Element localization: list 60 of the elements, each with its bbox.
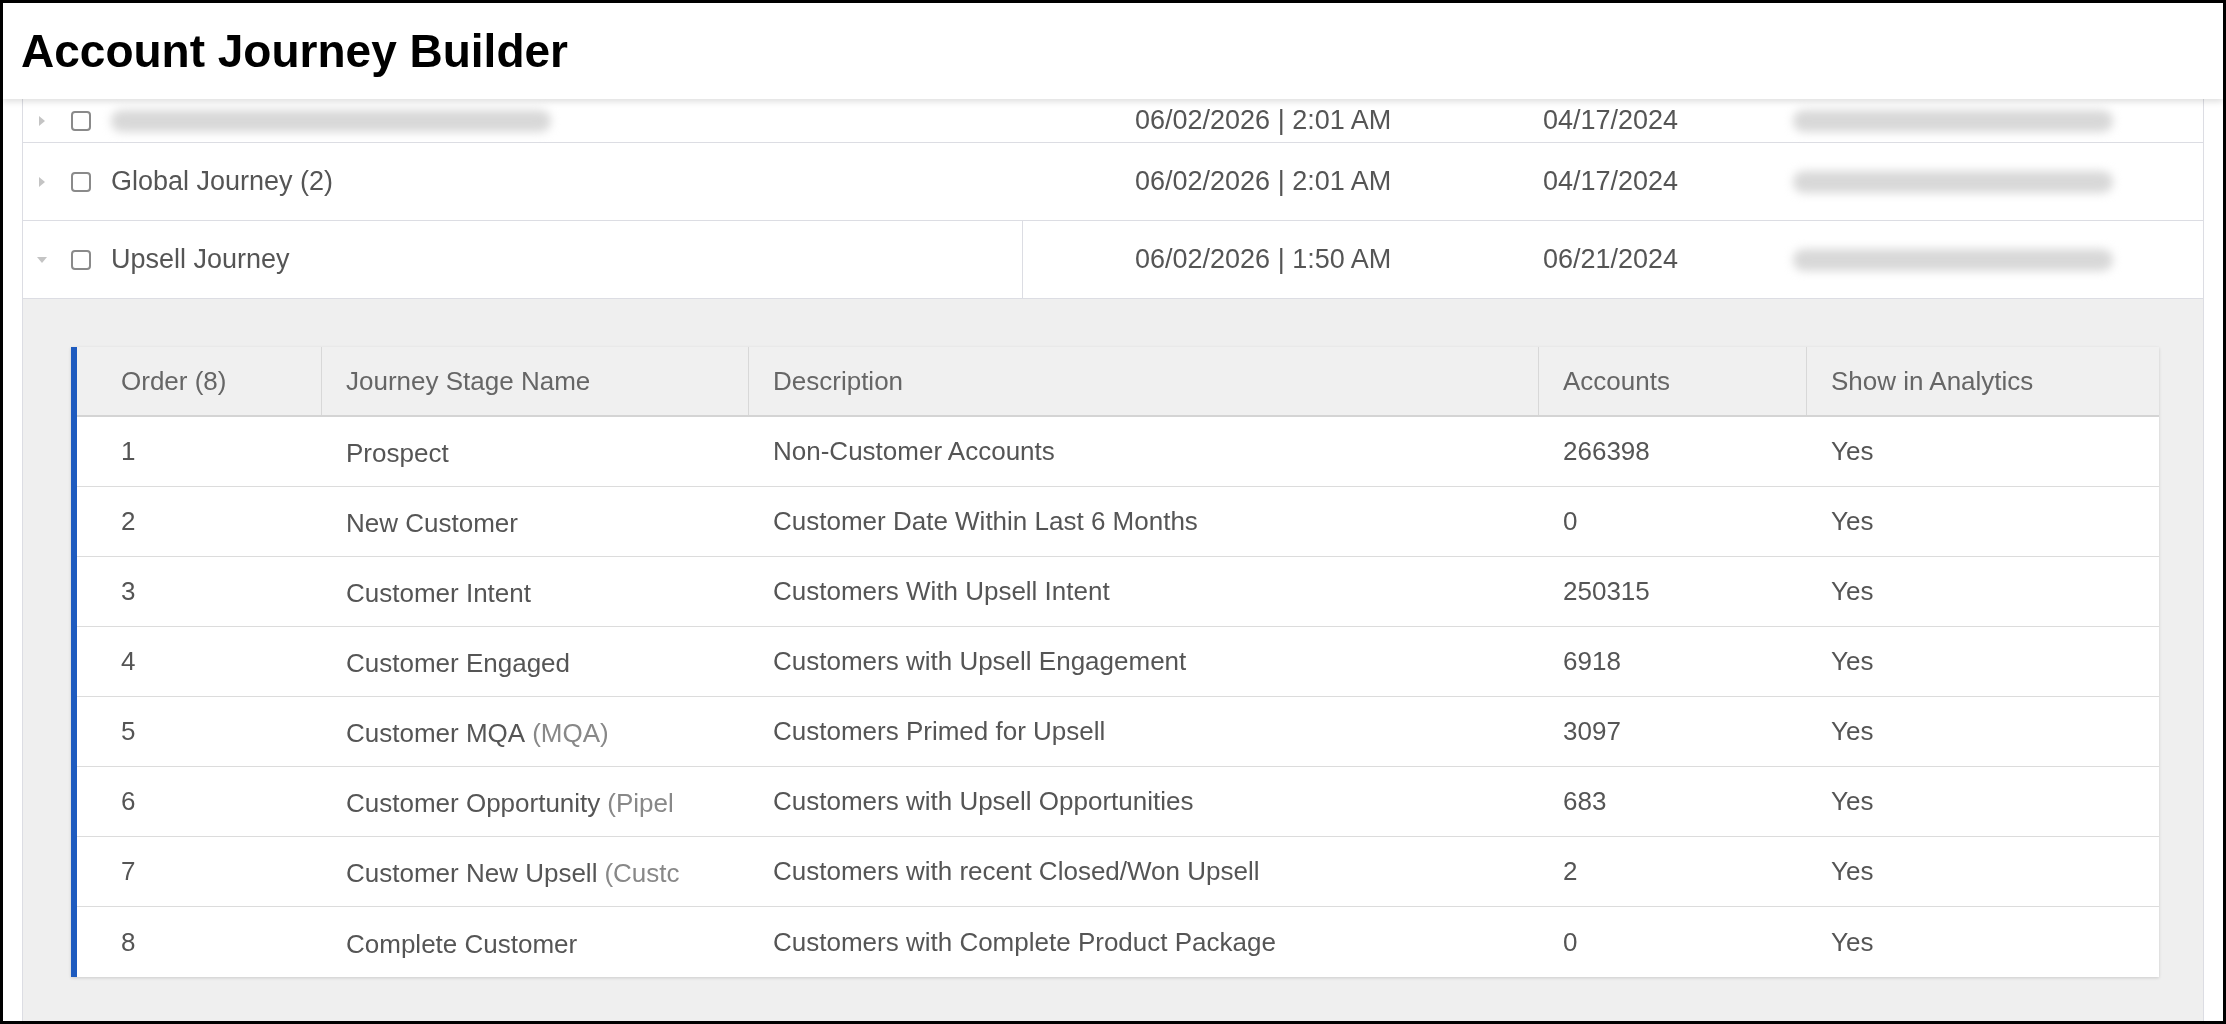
journey-name[interactable]: Upsell Journey	[111, 239, 290, 280]
analytics-label: Yes	[1831, 716, 1874, 746]
stage-name: Customer Opportunity	[346, 788, 601, 818]
account-count: 6918	[1563, 646, 1621, 676]
stage-name: Prospect	[346, 438, 449, 468]
stage-name: Customer MQA	[346, 718, 526, 748]
stage-name: Customer Intent	[346, 578, 531, 608]
column-header[interactable]: Accounts	[1539, 347, 1807, 415]
analytics-label: Yes	[1831, 506, 1874, 536]
created-date: 04/17/2024	[1543, 165, 1680, 199]
order-number: 1	[121, 436, 136, 466]
account-count: 3097	[1563, 716, 1621, 746]
analytics-label: Yes	[1831, 786, 1874, 816]
stage-description: Customers with recent Closed/Won Upsell	[773, 856, 1260, 886]
stage-description: Customers with Upsell Engagement	[773, 646, 1187, 676]
order-number: 3	[121, 576, 136, 606]
created-date: 06/21/2024	[1543, 243, 1680, 277]
stage-description: Non-Customer Accounts	[773, 436, 1055, 466]
created-date: 04/17/2024	[1543, 104, 1680, 138]
row-checkbox[interactable]	[71, 249, 91, 270]
stage-description: Customers with Complete Product Package	[773, 926, 1276, 957]
page-title: Account Journey Builder	[21, 23, 568, 79]
stage-name: Customer New Upsell	[346, 858, 598, 888]
modified-date: 06/02/2026 | 1:50 AM	[1134, 243, 1393, 277]
row-checkbox[interactable]	[71, 110, 91, 131]
order-number: 5	[121, 716, 136, 746]
order-number: 6	[121, 786, 136, 816]
stage-name: New Customer	[346, 508, 518, 538]
stage-name: Customer Engaged	[346, 648, 571, 678]
column-header[interactable]: Order (8)	[77, 347, 322, 415]
order-number: 8	[121, 926, 136, 957]
order-number: 7	[121, 856, 136, 886]
stage-description: Customers with Upsell Opportunities	[773, 786, 1194, 816]
modified-date: 06/02/2026 | 2:01 AM	[1134, 104, 1393, 138]
stage-alias: (Pipel	[607, 788, 674, 818]
order-number: 2	[121, 506, 136, 536]
account-count: 683	[1563, 786, 1607, 816]
account-count: 0	[1563, 506, 1578, 536]
column-header[interactable]: Show in Analytics	[1807, 347, 2159, 415]
analytics-label: Yes	[1831, 576, 1874, 606]
analytics-label: Yes	[1831, 926, 1874, 957]
stage-alias: (Custc	[604, 858, 680, 888]
modified-date: 06/02/2026 | 2:01 AM	[1134, 165, 1393, 199]
account-count: 266398	[1563, 436, 1650, 466]
stage-description: Customers With Upsell Intent	[773, 576, 1110, 606]
column-header[interactable]: Journey Stage Name	[322, 347, 749, 415]
stage-name: Complete Customer	[346, 928, 578, 959]
account-count: 0	[1563, 926, 1578, 957]
stage-description: Customers Primed for Upsell	[773, 716, 1106, 746]
analytics-label: Yes	[1831, 856, 1874, 886]
account-count: 2	[1563, 856, 1578, 886]
account-count: 250315	[1563, 576, 1650, 606]
analytics-label: Yes	[1831, 436, 1874, 466]
row-checkbox[interactable]	[71, 171, 91, 192]
journey-name[interactable]: Global Journey (2)	[111, 161, 334, 202]
order-number: 4	[121, 646, 136, 676]
column-header[interactable]: Description	[749, 347, 1539, 415]
analytics-label: Yes	[1831, 646, 1874, 676]
stage-description: Customer Date Within Last 6 Months	[773, 506, 1198, 536]
stage-alias: (MQA)	[532, 718, 609, 748]
